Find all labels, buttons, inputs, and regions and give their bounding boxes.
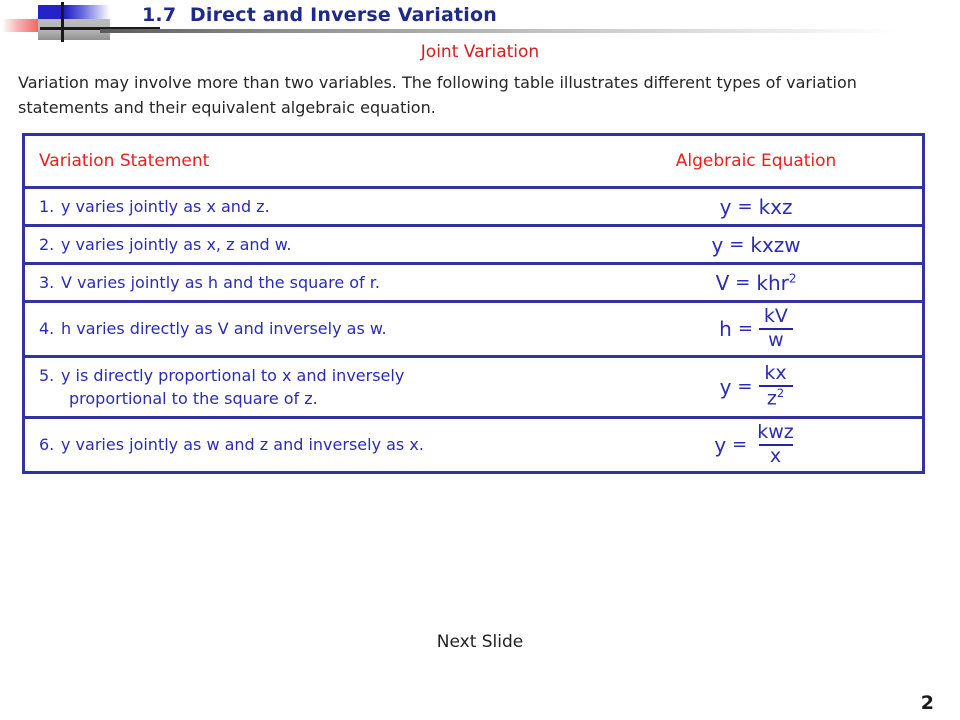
statement-text: y varies jointly as x and z. [61,197,270,216]
fraction-denominator: w [758,327,793,351]
equation-fraction: kV w [758,305,793,351]
vertical-rule-icon [61,2,64,42]
statement-text: V varies jointly as h and the square of … [61,273,380,292]
algebraic-equation-cell: h = kV w [590,301,922,358]
variation-statement-cell: 3. V varies jointly as h and the square o… [25,263,591,303]
fraction-numerator: kwz [757,420,794,443]
equation-lhs: y [719,194,732,219]
algebraic-equation-cell: y = kxz [590,187,922,227]
intro-paragraph: Variation may involve more than two vari… [18,73,857,117]
column-header-equation: Algebraic Equation [590,136,922,189]
fraction-denominator: z2 [758,385,793,410]
equation: y = kxzw [711,233,800,257]
equation-rhs-base: khr [756,270,789,295]
equation-lhs: y [714,432,727,457]
table-row: 5. y is directly proportional to x and in… [25,356,922,419]
slide-subtitle: Joint Variation [420,42,540,62]
table-row: 2. y varies jointly as x, z and w. y = kxzw [25,225,922,265]
row-number: 1. [39,197,55,216]
statement-text: h varies directly as V and inversely as … [61,319,387,339]
equation-rhs: kxzw [750,233,800,257]
equation-lhs: y [719,374,732,399]
fraction-numerator: kx [764,362,787,385]
equation-lhs: V [715,270,730,295]
title-divider [100,29,900,33]
equation-operator: = [737,318,753,340]
algebraic-equation-cell: y = kwz x [590,417,922,470]
equation: y = kx z2 [719,362,793,410]
equation-lhs: y [711,232,724,257]
fraction-denominator-exponent: 2 [776,386,785,401]
variation-table-grid: Variation Statement Algebraic Equation 1… [25,136,922,471]
variation-statement-cell: 1. y varies jointly as x and z. [25,187,591,227]
equation: y = kxz [720,195,793,219]
row-number: 2. [39,235,55,254]
equation-rhs-base: kxzw [750,232,801,257]
equation-rhs-base: kxz [758,194,793,219]
equation-rhs-exponent: 2 [788,270,797,285]
page-number: 2 [920,692,934,714]
equation-operator: = [737,376,753,398]
equation-rhs: kxz [759,195,793,219]
equation-operator: = [732,434,748,456]
variation-statement-cell: 2. y varies jointly as x, z and w. [25,225,591,265]
equation-rhs: khr2 [756,271,796,295]
variation-statement-cell: 4. h varies directly as V and inversely a… [25,301,591,358]
equation-fraction: kwz x [753,420,798,467]
row-number: 4. [39,319,55,339]
statement-text: y is directly proportional to x and inve… [61,365,405,385]
statement-text: y varies jointly as w and z and inversel… [61,435,424,455]
fraction-denominator-base: w [768,328,784,351]
slide-title: 1.7 Direct and Inverse Variation [142,4,497,26]
table-row: 4. h varies directly as V and inversely a… [25,301,922,358]
statement-text: y varies jointly as x, z and w. [61,235,292,254]
equation-operator: = [735,272,751,293]
table-header-row: Variation Statement Algebraic Equation [25,136,922,189]
table-row: 3. V varies jointly as h and the square o… [25,263,922,303]
variation-statement-cell: 5. y is directly proportional to x and in… [25,356,591,419]
variation-statement-cell: 6. y varies jointly as w and z and invers… [25,417,590,470]
equation-operator: = [737,196,753,217]
equation: y = kwz x [714,420,798,467]
equation: V = khr2 [716,271,797,295]
equation: h = kV w [719,305,793,351]
algebraic-equation-cell: y = kxzw [590,225,922,265]
row-number: 3. [39,273,55,292]
equation-operator: = [729,234,745,255]
fraction-denominator: x [758,443,793,467]
equation-fraction: kx z2 [758,362,793,410]
table-body: 1. y varies jointly as x and z. y = kxz 2. y v… [25,187,922,471]
equation-lhs: h [719,316,732,341]
column-header-statement: Variation Statement [25,136,591,189]
row-number: 6. [39,435,55,455]
fraction-denominator-base: x [769,444,782,467]
algebraic-equation-cell: V = khr2 [590,263,922,303]
table-row: 6. y varies jointly as w and z and invers… [25,417,922,470]
header-decoration-graphic [0,0,160,44]
blue-gradient-bar-icon [38,5,110,19]
row-number: 5. [39,365,55,385]
next-slide-link[interactable]: Next Slide [0,632,960,652]
next-slide-label: Next Slide [436,632,524,652]
table-row: 1. y varies jointly as x and z. y = kxz [25,187,922,227]
algebraic-equation-cell: y = kx z2 [590,356,922,419]
fraction-numerator: kV [763,305,788,327]
variation-table: Variation Statement Algebraic Equation 1… [22,133,925,474]
statement-text-line2: proportional to the square of z. [69,388,318,408]
fraction-denominator-base: z [766,387,777,410]
